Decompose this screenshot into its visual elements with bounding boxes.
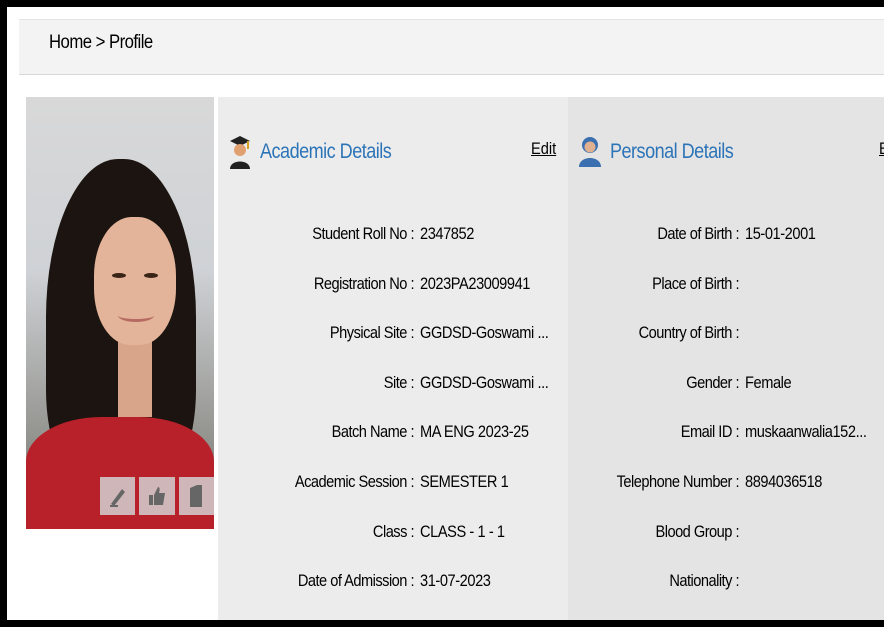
academic-edit-link[interactable]: Edit: [531, 139, 556, 159]
detail-label: Student Roll No :: [312, 224, 414, 243]
breadcrumb[interactable]: Home > Profile: [49, 32, 153, 54]
detail-value: 15-01-2001: [745, 224, 816, 243]
detail-label: Nationality :: [669, 571, 739, 591]
detail-value: CLASS - 1 - 1: [420, 521, 505, 541]
detail-value: 31-07-2023: [420, 571, 491, 591]
edit-photo-icon[interactable]: [100, 477, 136, 515]
detail-label: Date of Birth :: [657, 224, 739, 243]
detail-label: Blood Group :: [655, 521, 739, 541]
detail-label: Country of Birth :: [638, 323, 740, 343]
photo-actions: [100, 477, 214, 515]
detail-label: Site :: [383, 372, 415, 392]
detail-label: Registration No :: [313, 273, 415, 293]
profile-photo: [26, 97, 214, 529]
breadcrumb-bar: Home > Profile: [19, 19, 884, 75]
detail-value: 2023PA23009941: [420, 273, 530, 293]
detail-label: Place of Birth :: [652, 273, 739, 293]
detail-label: Batch Name :: [331, 422, 415, 442]
detail-value: Female: [745, 372, 792, 392]
academic-details-panel: Academic Details Edit Student Roll No : 2…: [218, 97, 568, 620]
detail-value: GGDSD-Goswami ...: [420, 372, 549, 392]
detail-label: Gender :: [686, 372, 739, 392]
detail-label: Date of Admission :: [297, 571, 415, 591]
personal-details-panel: Personal Details Ed Date of Birth : 15-01…: [568, 97, 884, 620]
detail-label: Academic Session :: [294, 472, 415, 491]
academic-details-title: Academic Details: [260, 140, 392, 163]
detail-label: Physical Site :: [329, 323, 415, 343]
person-icon: [579, 137, 601, 167]
graduate-icon: [230, 136, 250, 169]
detail-label: Class :: [372, 521, 415, 541]
personal-edit-link[interactable]: Ed: [879, 139, 884, 159]
detail-label: Email ID :: [680, 422, 740, 442]
detail-value: SEMESTER 1: [420, 472, 509, 491]
detail-value: 2347852: [420, 224, 474, 243]
personal-details-title: Personal Details: [610, 140, 734, 163]
detail-value: GGDSD-Goswami ...: [420, 323, 549, 343]
profile-window: Home > Profile Academic Details Edit Stu…: [0, 0, 884, 627]
document-icon[interactable]: [178, 477, 214, 515]
detail-value: MA ENG 2023-25: [420, 422, 529, 442]
detail-label: Telephone Number :: [616, 472, 740, 491]
detail-value: muskaanwalia152...: [745, 422, 867, 442]
like-icon[interactable]: [139, 477, 175, 515]
detail-value: 8894036518: [745, 472, 823, 491]
